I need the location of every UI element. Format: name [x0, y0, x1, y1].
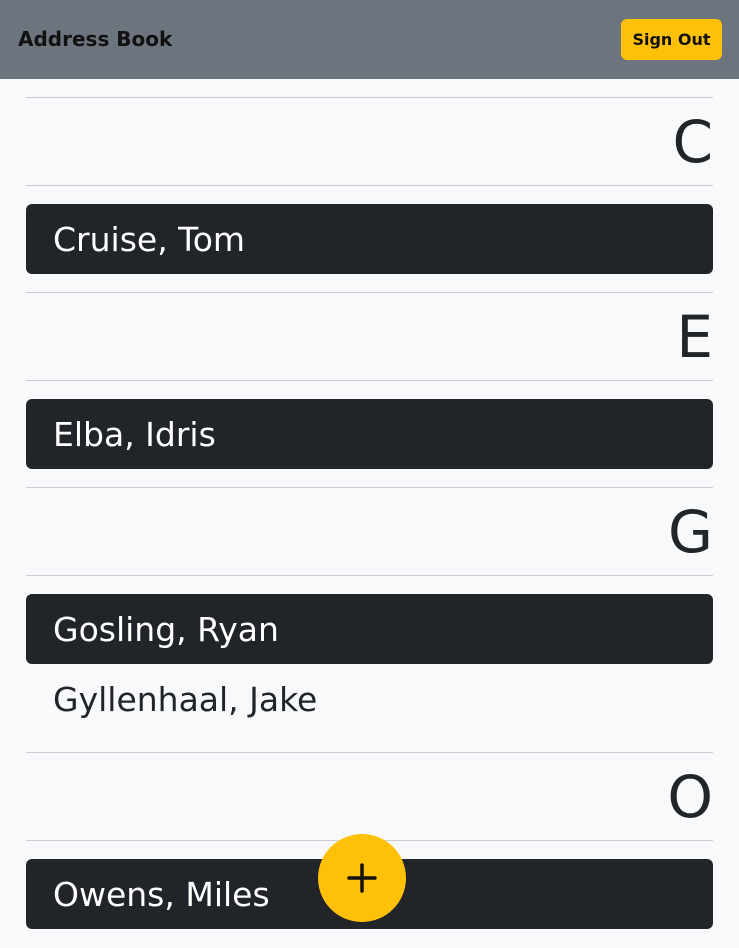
section-header-c: C [26, 97, 713, 186]
app-title: Address Book [18, 27, 173, 51]
section-header-o: O [26, 752, 713, 841]
section-header-e: E [26, 292, 713, 381]
contact-item-gosling-ryan[interactable]: Gosling, Ryan [26, 594, 713, 664]
add-contact-button[interactable] [318, 834, 406, 922]
section-header-g: G [26, 487, 713, 576]
navbar: Address Book Sign Out [0, 0, 739, 79]
section-letter: O [667, 762, 713, 831]
sign-out-button[interactable]: Sign Out [621, 19, 722, 60]
section-letter: E [676, 302, 713, 371]
contact-item-cruise-tom[interactable]: Cruise, Tom [26, 204, 713, 274]
address-book-page: Address Book Sign Out C Cruise, Tom E El… [0, 0, 739, 948]
plus-icon [347, 863, 377, 893]
contact-item-gyllenhaal-jake[interactable]: Gyllenhaal, Jake [26, 664, 713, 734]
section-letter: G [668, 497, 713, 566]
contact-list: C Cruise, Tom E Elba, Idris G Gosling, R… [26, 79, 713, 929]
contact-item-elba-idris[interactable]: Elba, Idris [26, 399, 713, 469]
section-letter: C [672, 107, 714, 176]
